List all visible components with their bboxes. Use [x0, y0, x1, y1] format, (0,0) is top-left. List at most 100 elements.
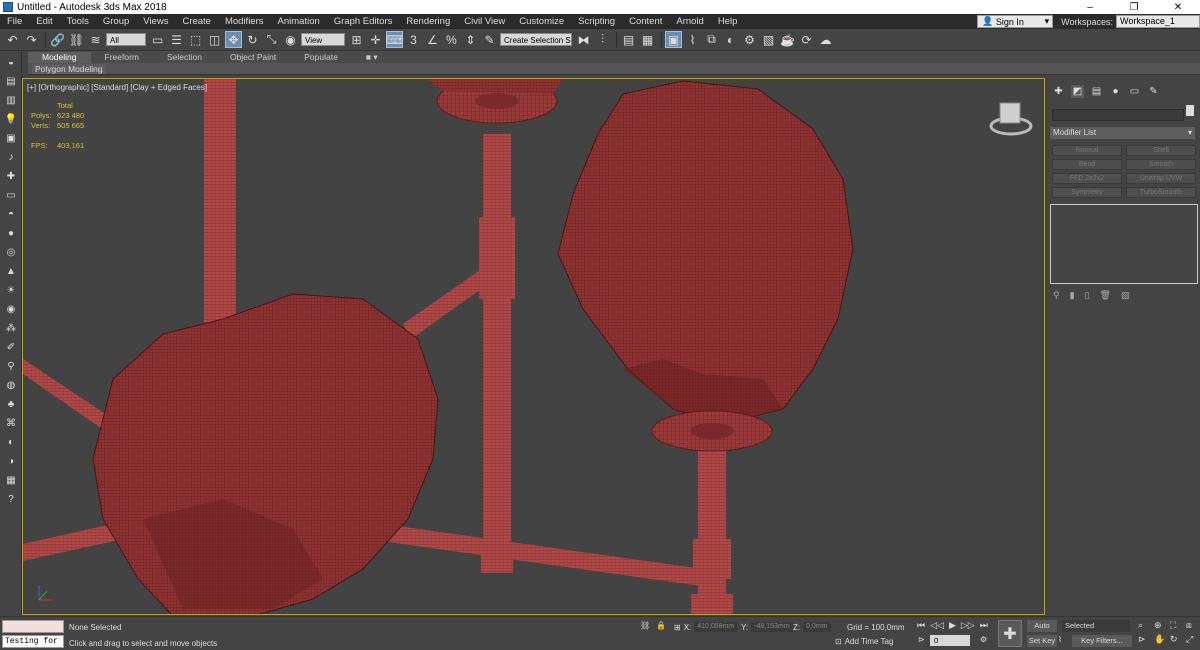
remove-modifier-icon[interactable]: 🗑: [1100, 290, 1111, 301]
tab-freeform[interactable]: Freeform: [91, 52, 153, 63]
previous-frame-icon[interactable]: ◁◁: [930, 620, 944, 631]
globe-icon[interactable]: ◍: [3, 377, 19, 393]
zoom-extents-icon[interactable]: ⛶: [1170, 620, 1183, 631]
display-tab-icon[interactable]: ▭: [1128, 85, 1141, 98]
pan-icon[interactable]: ✋: [1154, 634, 1167, 645]
select-manipulate-icon[interactable]: ✛: [367, 31, 384, 48]
settings-icon[interactable]: ▦: [3, 472, 19, 488]
camera-icon[interactable]: ▣: [3, 130, 19, 146]
unlink-icon[interactable]: ⛓: [68, 31, 85, 48]
cone-icon[interactable]: ▲: [3, 263, 19, 279]
modifier-symmetry-button[interactable]: Symmetry: [1052, 187, 1122, 198]
isolate-icon[interactable]: ⛓: [640, 621, 650, 630]
align-icon[interactable]: ⫶: [594, 31, 611, 48]
render-production-icon[interactable]: ☕: [779, 31, 796, 48]
angle-snap-icon[interactable]: ∠: [424, 31, 441, 48]
pin-stack-icon[interactable]: ⚲: [1053, 290, 1060, 301]
orbit-icon[interactable]: ↻: [1170, 634, 1183, 645]
menu-tools[interactable]: Tools: [60, 16, 96, 27]
layer-icon[interactable]: ▥: [3, 92, 19, 108]
key-selection-dropdown[interactable]: Selected: [1062, 620, 1130, 632]
configure-sets-icon[interactable]: ▨: [1121, 290, 1130, 301]
scene-explorer-icon[interactable]: ▦: [639, 31, 656, 48]
menu-edit[interactable]: Edit: [29, 16, 59, 27]
menu-scripting[interactable]: Scripting: [571, 16, 622, 27]
maxscript-listener-output[interactable]: [2, 620, 64, 633]
lock-selection-icon[interactable]: 🔒: [656, 621, 666, 630]
sign-in-dropdown[interactable]: 👤 Sign In ▾: [977, 15, 1054, 28]
modifier-stack[interactable]: [1050, 204, 1198, 284]
scene-explorer-icon[interactable]: ▤: [3, 73, 19, 89]
sun-icon[interactable]: ☀: [3, 282, 19, 298]
maximize-viewport-icon[interactable]: ⤢: [1186, 634, 1199, 645]
help-icon[interactable]: ?: [3, 491, 19, 507]
redo-icon[interactable]: ↷: [23, 31, 40, 48]
workspace-dropdown[interactable]: Workspace_1: [1116, 15, 1200, 28]
menu-graph-editors[interactable]: Graph Editors: [327, 16, 400, 27]
modifier-normal-button[interactable]: Normal: [1052, 145, 1122, 156]
select-by-name-icon[interactable]: ☰: [168, 31, 185, 48]
menu-help[interactable]: Help: [711, 16, 745, 27]
tab-populate[interactable]: Populate: [290, 52, 352, 63]
zoom-all-icon[interactable]: ⊕: [1154, 620, 1167, 631]
motion-tab-icon[interactable]: ●: [1109, 85, 1122, 98]
menu-create[interactable]: Create: [175, 16, 218, 27]
edit-named-sets-icon[interactable]: ✎: [481, 31, 498, 48]
object-color-swatch[interactable]: [1186, 105, 1194, 116]
minimize-button[interactable]: –: [1068, 2, 1112, 13]
transform-mode-icon[interactable]: ⊞: [674, 623, 681, 632]
menu-modifiers[interactable]: Modifiers: [218, 16, 271, 27]
modifier-shell-button[interactable]: Shell: [1126, 145, 1196, 156]
create-tab-icon[interactable]: ✚: [1052, 85, 1065, 98]
link-icon[interactable]: 🔗: [49, 31, 66, 48]
speaker-icon[interactable]: ♪: [3, 149, 19, 165]
polygon-modeling-label[interactable]: Polygon Modeling: [32, 64, 106, 74]
place-icon[interactable]: ◉: [282, 31, 299, 48]
menu-rendering[interactable]: Rendering: [399, 16, 457, 27]
menu-group[interactable]: Group: [96, 16, 136, 27]
viewport-layout-icon[interactable]: ◒: [3, 54, 19, 70]
menu-civil-view[interactable]: Civil View: [457, 16, 512, 27]
paint-icon[interactable]: ✐: [3, 339, 19, 355]
bind-spacewarp-icon[interactable]: ≋: [87, 31, 104, 48]
modifier-unwrap-button[interactable]: Unwrap UVW: [1126, 173, 1196, 184]
render-setup-icon[interactable]: ⚙: [741, 31, 758, 48]
set-key-button[interactable]: Set Key: [1027, 635, 1057, 647]
ribbon-options-icon[interactable]: ■ ▾: [352, 52, 392, 63]
time-config-icon[interactable]: ⚙: [980, 635, 987, 644]
menu-views[interactable]: Views: [136, 16, 175, 27]
ribbon-toggle-icon[interactable]: ▣: [665, 31, 682, 48]
zoom-icon[interactable]: ⌕: [1138, 620, 1151, 631]
particles-icon[interactable]: ⁂: [3, 320, 19, 336]
rotate-icon[interactable]: ↻: [244, 31, 261, 48]
maximize-button[interactable]: ❐: [1112, 2, 1156, 13]
undo-icon[interactable]: ↶: [4, 31, 21, 48]
go-to-start-icon[interactable]: ⏮: [917, 620, 925, 631]
tab-object-paint[interactable]: Object Paint: [216, 52, 290, 63]
mirror-icon[interactable]: ⧓: [575, 31, 592, 48]
key-filters-button[interactable]: Key Filters...: [1072, 635, 1132, 647]
maxscript-listener-input[interactable]: Testing for :: [2, 635, 64, 648]
viewport[interactable]: [+] [Orthographic] [Standard] [Clay + Ed…: [22, 78, 1045, 615]
helper-icon[interactable]: ✚: [3, 168, 19, 184]
ref-coord-dropdown[interactable]: View: [301, 33, 345, 46]
auto-key-button[interactable]: Auto Key: [1027, 620, 1057, 642]
layer-explorer-icon[interactable]: ▤: [620, 31, 637, 48]
play-icon[interactable]: ▶: [949, 620, 956, 631]
modifier-turbosmooth-button[interactable]: TurboSmooth: [1126, 187, 1196, 198]
named-selection-dropdown[interactable]: Create Selection Se: [500, 33, 572, 46]
disc-icon[interactable]: ◉: [3, 301, 19, 317]
render-icon[interactable]: ◑: [3, 453, 19, 469]
tab-selection[interactable]: Selection: [153, 52, 216, 63]
torus-icon[interactable]: ◎: [3, 244, 19, 260]
render-iterative-icon[interactable]: ⟳: [798, 31, 815, 48]
go-to-end-icon[interactable]: ⏭: [980, 620, 988, 631]
modifier-ffd-button[interactable]: FFD 2x2x2: [1052, 173, 1122, 184]
current-frame-field[interactable]: 0: [930, 635, 970, 646]
keyboard-shortcut-icon[interactable]: ⌨: [386, 31, 403, 48]
bone-icon[interactable]: ⚲: [3, 358, 19, 374]
hemisphere-icon[interactable]: ◓: [3, 206, 19, 222]
tree-icon[interactable]: ♣: [3, 396, 19, 412]
material-sphere-icon[interactable]: ◐: [3, 434, 19, 450]
menu-customize[interactable]: Customize: [512, 16, 571, 27]
